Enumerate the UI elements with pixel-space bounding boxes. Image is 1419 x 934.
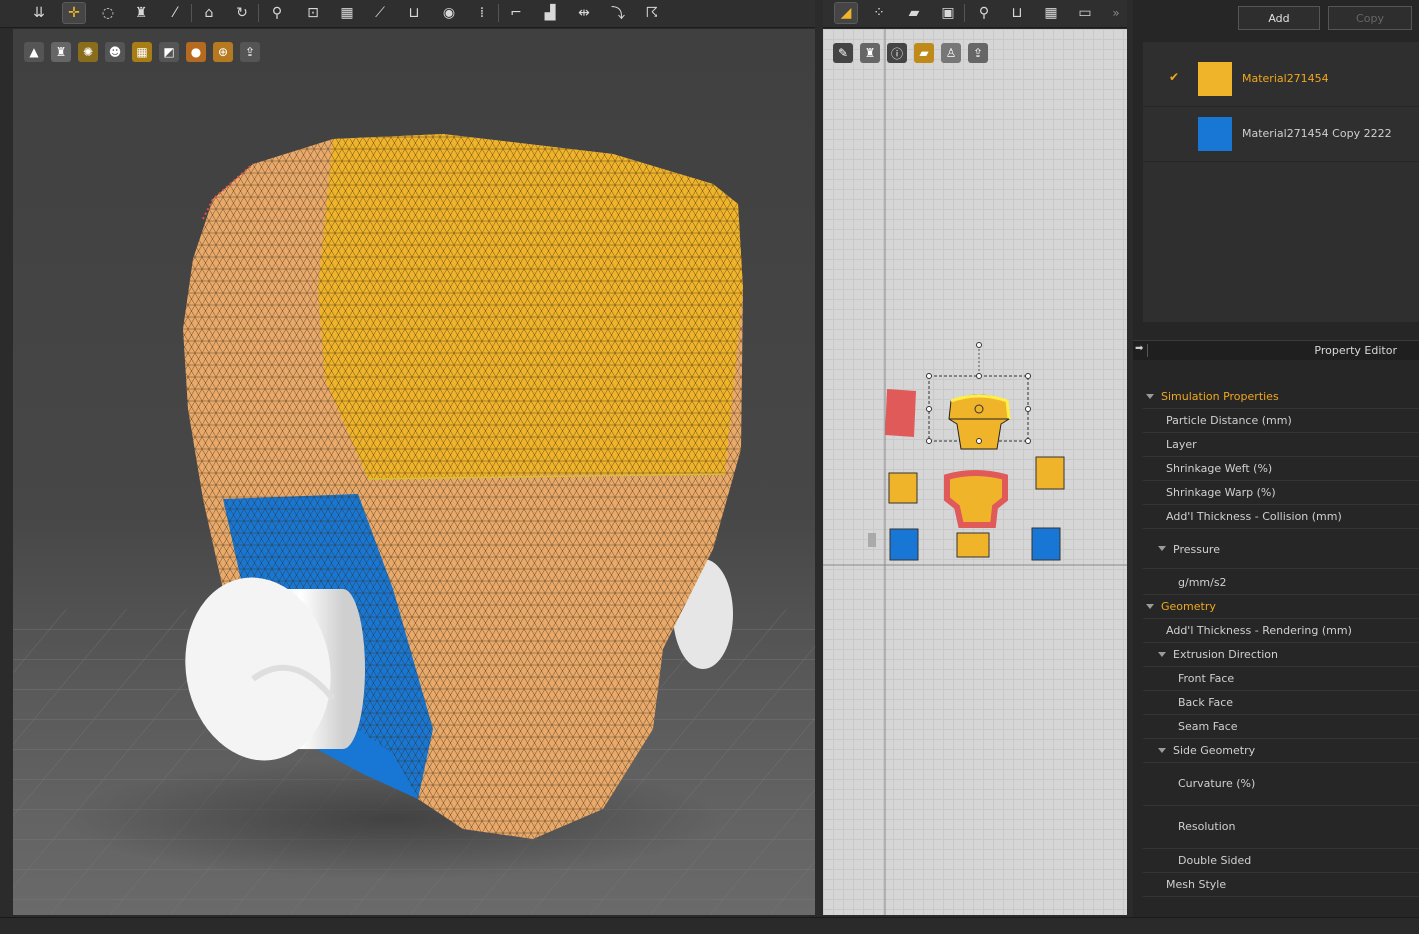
pin-panel-icon[interactable]: ➡ bbox=[1135, 343, 1143, 354]
grid-icon[interactable]: ▦ bbox=[336, 3, 358, 23]
prop-addl-thickness-collision[interactable]: Add'l Thickness - Collision (mm) bbox=[1143, 505, 1419, 529]
toolbar-2d: ◢ ⁘ ▰ ▣ ⚲ ⊔ ▦ ▭ » bbox=[823, 0, 1127, 28]
selected-check-icon: ✔ bbox=[1169, 70, 1180, 84]
point-icon[interactable]: ◉ bbox=[438, 3, 460, 23]
prop-double-sided[interactable]: Double Sided bbox=[1143, 849, 1419, 873]
prop-mesh-style[interactable]: Mesh Style bbox=[1143, 873, 1419, 897]
measure-icon[interactable]: ⟋ bbox=[369, 3, 391, 23]
material-list: ✔ Material271454 Material271454 Copy 222… bbox=[1143, 42, 1419, 322]
avatar-icon[interactable]: ⌂ bbox=[198, 3, 220, 23]
property-editor-title: Property Editor bbox=[1314, 344, 1397, 357]
rotate-icon[interactable]: ↻ bbox=[231, 3, 253, 23]
collapse-arrow-icon[interactable] bbox=[1158, 546, 1166, 551]
pin-icon[interactable]: ⚲ bbox=[266, 3, 288, 23]
iron-icon[interactable]: ▭ bbox=[1074, 3, 1096, 23]
transform-pin-icon[interactable]: ✛ bbox=[62, 2, 86, 24]
transform-icon[interactable]: ⁘ bbox=[868, 3, 890, 23]
grid-icon-2d[interactable]: ▦ bbox=[1040, 3, 1062, 23]
layers-icon[interactable]: ⇊ bbox=[28, 3, 50, 23]
section-simulation-properties[interactable]: Simulation Properties bbox=[1143, 385, 1419, 409]
flip-icon[interactable]: ⇹ bbox=[573, 3, 595, 23]
zipper-icon[interactable]: ⁞ bbox=[471, 3, 493, 23]
prop-front-face[interactable]: Front Face bbox=[1143, 667, 1419, 691]
fold-icon-2d[interactable]: ⊔ bbox=[1006, 3, 1028, 23]
select-icon[interactable]: ◢ bbox=[834, 2, 858, 24]
section-geometry[interactable]: Geometry bbox=[1143, 595, 1419, 619]
prop-layer[interactable]: Layer bbox=[1143, 433, 1419, 457]
pattern-canvas bbox=[823, 29, 1127, 915]
prop-pressure[interactable]: Pressure bbox=[1143, 529, 1419, 569]
polygon-icon[interactable]: ▣ bbox=[937, 3, 959, 23]
scene-render bbox=[13, 134, 815, 915]
prop-addl-thickness-rendering[interactable]: Add'l Thickness - Rendering (mm) bbox=[1143, 619, 1419, 643]
prop-curvature[interactable]: Curvature (%) bbox=[1143, 763, 1419, 806]
material-swatch bbox=[1198, 62, 1232, 96]
toolbar-overflow-icon[interactable]: » bbox=[1109, 3, 1123, 23]
property-editor-header: ➡ Property Editor bbox=[1133, 340, 1419, 360]
fold-icon[interactable]: ⊔ bbox=[403, 3, 425, 23]
prop-side-geometry[interactable]: Side Geometry bbox=[1143, 739, 1419, 763]
prop-shrinkage-warp[interactable]: Shrinkage Warp (%) bbox=[1143, 481, 1419, 505]
right-panel: Add Copy ✔ Material271454 Material271454… bbox=[1133, 0, 1419, 933]
pattern-window-2d[interactable]: ✎ ♜ ⓘ ▰ ♙ ⇪ bbox=[823, 29, 1127, 915]
prop-extrusion-direction[interactable]: Extrusion Direction bbox=[1143, 643, 1419, 667]
prop-shrinkage-weft[interactable]: Shrinkage Weft (%) bbox=[1143, 457, 1419, 481]
collapse-arrow-icon[interactable] bbox=[1158, 748, 1166, 753]
align-icon[interactable]: ⌐ bbox=[505, 3, 527, 23]
material-item[interactable]: Material271454 Copy 2222 bbox=[1143, 107, 1419, 162]
prop-back-face[interactable]: Back Face bbox=[1143, 691, 1419, 715]
collapse-arrow-icon[interactable] bbox=[1146, 394, 1154, 399]
pin-icon-2d[interactable]: ⚲ bbox=[973, 3, 995, 23]
snap-icon[interactable]: ▟ bbox=[539, 3, 561, 23]
material-swatch bbox=[1198, 117, 1232, 151]
prop-resolution[interactable]: Resolution bbox=[1143, 806, 1419, 849]
prop-pressure-unit[interactable]: g/mm/s2 bbox=[1143, 569, 1419, 595]
status-bar bbox=[0, 917, 1419, 934]
add-material-button[interactable]: Add bbox=[1238, 6, 1320, 30]
wand-icon[interactable]: ⁄ bbox=[164, 3, 186, 23]
toolbar-3d: ⇊ ✛ ◌ ♜ ⁄ ⌂ ↻ ⚲ ⊡ ▦ ⟋ ⊔ ◉ ⁞ ⌐ ▟ ⇹ ⤵ ☈ bbox=[0, 0, 815, 28]
lasso-icon[interactable]: ◌ bbox=[97, 3, 119, 23]
strap-icon[interactable]: ⤵ bbox=[607, 3, 629, 23]
garment-icon[interactable]: ♜ bbox=[130, 3, 152, 23]
segment-icon[interactable]: ▰ bbox=[903, 3, 925, 23]
material-name: Material271454 Copy 2222 bbox=[1242, 127, 1392, 140]
collapse-arrow-icon[interactable] bbox=[1158, 652, 1166, 657]
walk-icon[interactable]: ☈ bbox=[641, 3, 663, 23]
prop-seam-face[interactable]: Seam Face bbox=[1143, 715, 1419, 739]
collapse-arrow-icon[interactable] bbox=[1146, 604, 1154, 609]
material-name: Material271454 bbox=[1242, 72, 1329, 85]
tack-icon[interactable]: ⊡ bbox=[302, 3, 324, 23]
prop-particle-distance[interactable]: Particle Distance (mm) bbox=[1143, 409, 1419, 433]
copy-material-button[interactable]: Copy bbox=[1328, 6, 1412, 30]
viewport-3d[interactable]: ▲ ♜ ✺ ☻ ▦ ◩ ● ⊕ ⇪ bbox=[13, 29, 815, 915]
material-item[interactable]: ✔ Material271454 bbox=[1143, 52, 1419, 107]
